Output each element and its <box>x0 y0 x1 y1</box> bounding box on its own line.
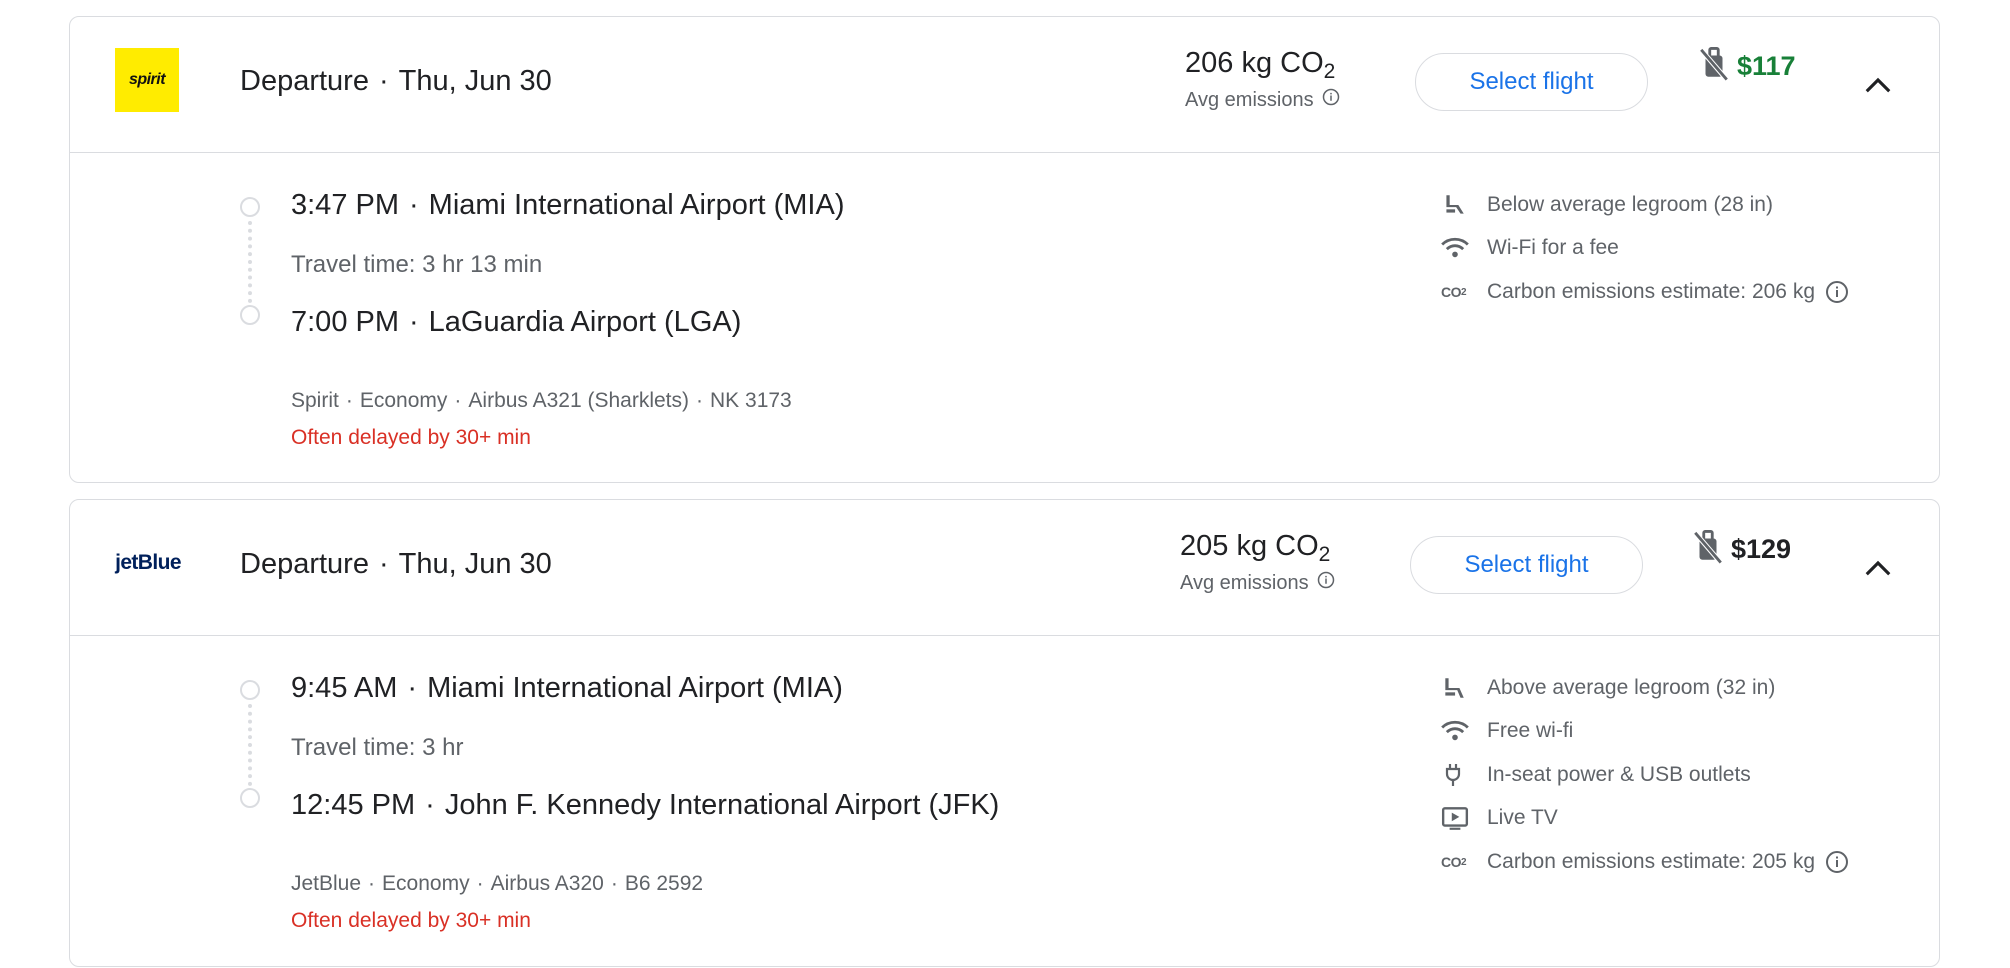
price-block: $129 <box>1691 528 1791 571</box>
travel-time: Travel time: 3 hr <box>291 734 464 761</box>
departure-title: Departure · Thu, Jun 30 <box>240 65 552 98</box>
departure-time: 3:47 PM <box>291 189 399 221</box>
co2-icon: CO 2 <box>1441 284 1467 300</box>
arrival-time: 12:45 PM <box>291 789 416 821</box>
legroom-below-icon <box>1441 190 1475 220</box>
emissions-summary: 205 kg CO2 Avg emissions <box>1180 530 1335 595</box>
travel-time: Travel time: 3 hr 13 min <box>291 251 543 278</box>
delay-warning: Often delayed by 30+ min <box>291 426 531 449</box>
wifi-icon <box>1441 233 1475 263</box>
flight-details: JetBlue · Economy · Airbus A320 · B6 2592 <box>291 872 704 895</box>
info-icon[interactable] <box>1825 280 1849 304</box>
departure-circle-icon <box>240 680 260 700</box>
flight-details: Spirit · Economy · Airbus A321 (Sharklets) · N… <box>291 389 792 412</box>
arrival-line: 7:00 PM · LaGuardia Airport (LGA) <box>291 306 742 338</box>
departure-title: Departure · Thu, Jun 30 <box>240 548 552 581</box>
select-flight-button[interactable]: Select flight <box>1415 53 1648 111</box>
delay-warning: Often delayed by 30+ min <box>291 909 531 932</box>
price-block: $117 <box>1697 45 1796 88</box>
airline-logo: spirit <box>115 48 179 112</box>
timeline-dots <box>248 221 252 303</box>
departure-time: 9:45 AM <box>291 672 398 704</box>
arrival-circle-icon <box>240 788 260 808</box>
arrival-time: 7:00 PM <box>291 306 399 338</box>
departure-airport: Miami International Airport (MIA) <box>428 189 845 221</box>
wifi-icon <box>1441 716 1475 746</box>
departure-line: 3:47 PM · Miami International Airport (MIA… <box>291 189 845 221</box>
legroom-above-icon <box>1441 673 1475 703</box>
price: $117 <box>1737 51 1796 81</box>
separator-dot: · <box>378 548 389 580</box>
live-tv-icon <box>1441 803 1475 833</box>
departure-circle-icon <box>240 197 260 217</box>
flight-card: spirit Departure · Thu, Jun 30 206 kg CO2 … <box>69 16 1940 483</box>
emissions-label: Avg emissions <box>1185 88 1340 112</box>
departure-date: Thu, Jun 30 <box>398 65 552 97</box>
departure-airport: Miami International Airport (MIA) <box>427 672 843 704</box>
no-carry-on-bag-icon <box>1691 528 1725 571</box>
arrival-airport: John F. Kennedy International Airport (J… <box>444 789 1000 821</box>
departure-date: Thu, Jun 30 <box>398 548 552 580</box>
amenity-item: CO 2 Carbon emissions estimate: 205 kg <box>1441 847 1849 877</box>
amenity-item: Above average legroom (32 in) <box>1441 673 1775 703</box>
flight-card: jetBlue Departure · Thu, Jun 30 205 kg CO2… <box>69 499 1940 967</box>
power-plug-icon <box>1441 760 1475 790</box>
co2-icon: CO 2 <box>1441 854 1467 870</box>
emissions-summary: 206 kg CO2 Avg emissions <box>1185 47 1340 112</box>
info-icon[interactable] <box>1322 88 1340 112</box>
select-flight-button[interactable]: Select flight <box>1410 536 1643 594</box>
collapse-chevron-up-icon[interactable] <box>1858 548 1898 588</box>
separator-dot: · <box>378 65 389 97</box>
amenity-item: Free wi-fi <box>1441 716 1573 746</box>
amenity-item: CO 2 Carbon emissions estimate: 206 kg <box>1441 277 1849 307</box>
price: $129 <box>1731 534 1792 564</box>
departure-label: Departure <box>240 548 369 580</box>
no-carry-on-bag-icon <box>1697 45 1731 88</box>
arrival-circle-icon <box>240 305 260 325</box>
arrival-airport: LaGuardia Airport (LGA) <box>428 306 742 338</box>
info-icon[interactable] <box>1825 850 1849 874</box>
amenity-item: In-seat power & USB outlets <box>1441 760 1751 790</box>
emissions-label: Avg emissions <box>1180 571 1335 595</box>
airline-logo: jetBlue <box>115 551 181 574</box>
flight-card-header[interactable]: jetBlue Departure · Thu, Jun 30 205 kg CO2… <box>70 500 1939 636</box>
amenity-item: Below average legroom (28 in) <box>1441 190 1773 220</box>
departure-line: 9:45 AM · Miami International Airport (MIA… <box>291 672 843 704</box>
amenity-item: Wi-Fi for a fee <box>1441 233 1619 263</box>
departure-label: Departure <box>240 65 369 97</box>
info-icon[interactable] <box>1317 571 1335 595</box>
timeline-dots <box>248 704 252 786</box>
emissions-value: 205 kg CO2 <box>1180 530 1331 566</box>
arrival-line: 12:45 PM · John F. Kennedy International A… <box>291 789 1000 821</box>
emissions-value: 206 kg CO2 <box>1185 47 1336 83</box>
amenity-item: Live TV <box>1441 803 1558 833</box>
flight-card-header[interactable]: spirit Departure · Thu, Jun 30 206 kg CO2 … <box>70 17 1939 153</box>
collapse-chevron-up-icon[interactable] <box>1858 65 1898 105</box>
